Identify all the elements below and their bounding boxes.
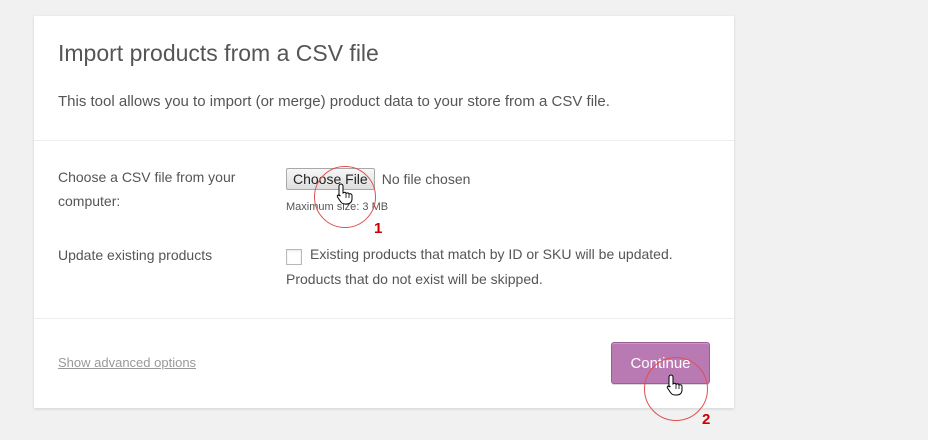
continue-button[interactable]: Continue xyxy=(611,342,710,384)
card-footer: Show advanced options Continue xyxy=(34,319,734,408)
checkbox-description-line1: Existing products that match by ID or SK… xyxy=(310,246,673,262)
update-existing-checkbox[interactable] xyxy=(286,249,302,265)
form-body: Choose a CSV file from your computer: Ch… xyxy=(34,141,734,319)
import-card: Import products from a CSV file This too… xyxy=(34,16,734,408)
page-description: This tool allows you to import (or merge… xyxy=(58,93,610,110)
checkbox-description-line2: Products that do not exist will be skipp… xyxy=(286,271,543,287)
card-header: Import products from a CSV file This too… xyxy=(34,16,734,141)
file-input[interactable]: Choose File No file chosen xyxy=(286,168,470,190)
page-title: Import products from a CSV file xyxy=(58,40,379,66)
file-status-text: No file chosen xyxy=(381,171,471,187)
update-existing-label: Update existing products xyxy=(58,247,213,263)
show-advanced-options-link[interactable]: Show advanced options xyxy=(58,355,196,370)
max-size-note: Maximum size: 3 MB xyxy=(286,201,389,213)
file-upload-label: Choose a CSV file from your computer: xyxy=(58,169,236,209)
annotation-number-1: 1 xyxy=(374,220,383,237)
choose-file-button[interactable]: Choose File xyxy=(286,168,375,190)
annotation-number-2: 2 xyxy=(702,411,711,428)
